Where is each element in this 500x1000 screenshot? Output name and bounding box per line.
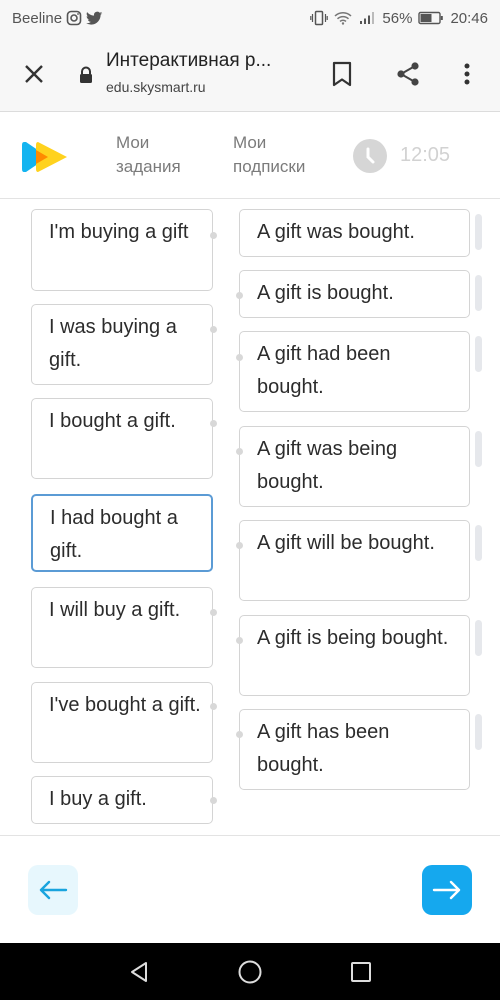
- previous-button[interactable]: [28, 865, 78, 915]
- lock-icon: [78, 66, 94, 89]
- recents-icon: [351, 962, 371, 982]
- drag-handle[interactable]: [475, 214, 482, 250]
- exercise-footer: [0, 837, 500, 943]
- vibrate-icon: [310, 10, 329, 26]
- right-card[interactable]: A gift has been bought.: [239, 709, 470, 790]
- page-title: Интерактивная р...: [106, 50, 272, 71]
- nav-my-tasks-line2: задания: [116, 157, 181, 176]
- more-vert-icon: [464, 63, 470, 85]
- right-card[interactable]: A gift was bought.: [239, 209, 470, 257]
- connector-dot[interactable]: [236, 731, 243, 738]
- right-card[interactable]: A gift is bought.: [239, 270, 470, 318]
- left-card-text: I will buy a gift.: [49, 599, 181, 621]
- left-card[interactable]: I bought a gift.: [31, 398, 213, 479]
- clock: 20:46: [450, 9, 488, 27]
- instagram-icon: [66, 10, 82, 26]
- status-bar: Beeline 56% 20:46: [0, 0, 500, 36]
- next-button[interactable]: [422, 865, 472, 915]
- right-card-text: A gift had been bought.: [257, 343, 391, 398]
- signal-icon: [358, 11, 376, 25]
- skysmart-logo-icon[interactable]: [20, 138, 70, 176]
- left-card-text: I had bought a gift.: [50, 507, 178, 562]
- nav-my-subscriptions-line2: подписки: [233, 157, 306, 176]
- home-button[interactable]: [235, 957, 265, 987]
- right-card[interactable]: A gift is being bought.: [239, 615, 470, 696]
- back-button[interactable]: [124, 957, 154, 987]
- drag-handle[interactable]: [475, 714, 482, 750]
- twitter-icon: [86, 11, 103, 26]
- right-card[interactable]: A gift will be bought.: [239, 520, 470, 601]
- left-card-text: I'm buying a gift: [49, 221, 189, 243]
- connector-dot[interactable]: [210, 703, 217, 710]
- arrow-right-icon: [432, 880, 461, 900]
- left-card[interactable]: I've bought a gift.: [31, 682, 213, 763]
- left-card-selected[interactable]: I had bought a gift.: [31, 494, 213, 572]
- drag-handle[interactable]: [475, 620, 482, 656]
- connector-dot[interactable]: [236, 448, 243, 455]
- connector-dot[interactable]: [210, 326, 217, 333]
- home-icon: [238, 960, 262, 984]
- matching-exercise: I'm buying a gift I was buying a gift. I…: [0, 200, 500, 836]
- left-card-text: I buy a gift.: [49, 788, 147, 810]
- battery-percent: 56%: [382, 9, 413, 27]
- drag-handle[interactable]: [475, 525, 482, 561]
- left-card-text: I bought a gift.: [49, 410, 176, 432]
- connector-dot[interactable]: [236, 542, 243, 549]
- close-icon: [25, 65, 43, 83]
- right-card-text: A gift has been bought.: [257, 721, 390, 776]
- connector-dot[interactable]: [236, 292, 243, 299]
- timer: 12:05: [400, 144, 451, 166]
- nav-my-tasks-line1: Мои: [116, 133, 150, 152]
- connector-dot[interactable]: [210, 609, 217, 616]
- app-header: Мои задания Мои подписки 12:05: [0, 113, 500, 199]
- drag-handle[interactable]: [475, 275, 482, 311]
- page-url[interactable]: edu.skysmart.ru: [106, 79, 206, 95]
- close-tab-button[interactable]: [18, 58, 50, 90]
- right-card-text: A gift is being bought.: [257, 627, 449, 649]
- connector-dot[interactable]: [236, 354, 243, 361]
- wifi-icon: [334, 11, 352, 25]
- browser-toolbar: Интерактивная р... edu.skysmart.ru: [0, 36, 500, 112]
- more-menu-button[interactable]: [454, 58, 480, 90]
- connector-dot[interactable]: [210, 420, 217, 427]
- carrier-name: Beeline: [12, 9, 63, 27]
- bookmark-button[interactable]: [327, 58, 357, 90]
- nav-my-tasks[interactable]: Мои задания: [116, 131, 181, 179]
- battery-icon: [418, 11, 444, 25]
- nav-my-subscriptions-line1: Мои: [233, 133, 267, 152]
- right-card[interactable]: A gift was being bought.: [239, 426, 470, 507]
- right-card-text: A gift was bought.: [257, 221, 415, 243]
- share-icon: [397, 62, 419, 86]
- left-card[interactable]: I buy a gift.: [31, 776, 213, 824]
- clock-icon: [353, 139, 387, 173]
- drag-handle[interactable]: [475, 431, 482, 467]
- drag-handle[interactable]: [475, 336, 482, 372]
- back-icon: [131, 962, 147, 982]
- left-card[interactable]: I will buy a gift.: [31, 587, 213, 668]
- right-card-text: A gift will be bought.: [257, 532, 435, 554]
- connector-dot[interactable]: [210, 797, 217, 804]
- connector-dot[interactable]: [210, 232, 217, 239]
- left-card[interactable]: I'm buying a gift: [31, 209, 213, 291]
- left-card-text: I've bought a gift.: [49, 694, 201, 716]
- nav-my-subscriptions[interactable]: Мои подписки: [233, 131, 305, 179]
- left-card-text: I was buying a gift.: [49, 316, 177, 371]
- right-card-text: A gift is bought.: [257, 282, 394, 304]
- bookmark-icon: [332, 61, 352, 87]
- right-card-text: A gift was being bought.: [257, 438, 398, 493]
- android-navigation-bar: [0, 943, 500, 1000]
- recents-button[interactable]: [346, 957, 376, 987]
- right-card[interactable]: A gift had been bought.: [239, 331, 470, 412]
- arrow-left-icon: [39, 880, 68, 900]
- connector-dot[interactable]: [236, 637, 243, 644]
- left-card[interactable]: I was buying a gift.: [31, 304, 213, 385]
- share-button[interactable]: [392, 58, 424, 90]
